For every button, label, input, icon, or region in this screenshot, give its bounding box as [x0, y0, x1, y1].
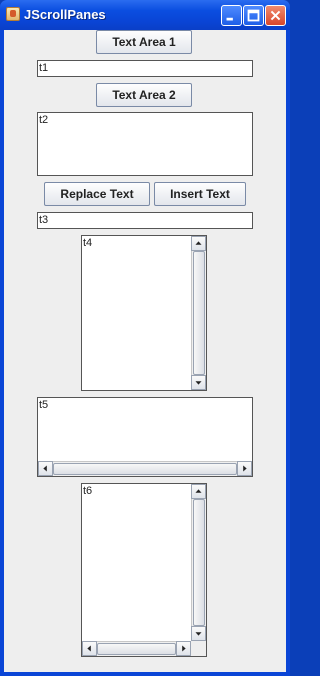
maximize-icon	[247, 9, 260, 22]
content-pane: Text Area 1 t1 Text Area 2 t2 Replace Te…	[4, 30, 286, 672]
window-frame-right	[286, 30, 290, 676]
maximize-button[interactable]	[243, 5, 264, 26]
t4-vertical-scrollbar[interactable]	[191, 236, 206, 390]
arrow-left-icon	[87, 645, 91, 652]
t6-horizontal-scroll-thumb[interactable]	[97, 643, 176, 655]
replace-text-button[interactable]: Replace Text	[44, 182, 150, 206]
minimize-icon	[226, 17, 233, 21]
t6-scroll-right-button[interactable]	[176, 641, 191, 656]
t6-vertical-scrollbar[interactable]	[191, 484, 206, 641]
minimize-button[interactable]	[221, 5, 242, 26]
title-bar[interactable]: JScrollPanes	[0, 0, 290, 30]
text-area-1-button[interactable]: Text Area 1	[96, 30, 192, 54]
close-button[interactable]	[265, 5, 286, 26]
t4-scroll-thumb[interactable]	[193, 251, 205, 375]
arrow-up-icon	[195, 489, 202, 493]
t6-scroll-up-button[interactable]	[191, 484, 206, 499]
t6-vertical-scroll-thumb[interactable]	[193, 499, 205, 626]
t3-text-field[interactable]: t3	[37, 212, 253, 229]
window-title: JScrollPanes	[24, 7, 106, 22]
t5-scroll-pane: t5	[37, 397, 253, 477]
t1-text-field[interactable]: t1	[37, 60, 253, 77]
t5-scroll-left-button[interactable]	[38, 461, 53, 476]
t2-text-area[interactable]: t2	[37, 112, 253, 176]
t4-scroll-down-button[interactable]	[191, 375, 206, 390]
t4-scroll-up-button[interactable]	[191, 236, 206, 251]
t4-text[interactable]: t4	[83, 237, 92, 249]
insert-text-button[interactable]: Insert Text	[154, 182, 246, 206]
arrow-right-icon	[243, 465, 247, 472]
t5-scroll-right-button[interactable]	[237, 461, 252, 476]
t5-horizontal-scrollbar[interactable]	[38, 461, 252, 476]
t4-scroll-pane: t4	[81, 235, 207, 391]
arrow-down-icon	[195, 632, 202, 636]
t6-scroll-down-button[interactable]	[191, 626, 206, 641]
arrow-left-icon	[43, 465, 47, 472]
arrow-right-icon	[182, 645, 186, 652]
arrow-up-icon	[195, 241, 202, 245]
t5-scroll-thumb[interactable]	[53, 463, 237, 475]
t5-text[interactable]: t5	[39, 399, 48, 411]
t6-scroll-pane: t6	[81, 483, 207, 657]
t6-scroll-left-button[interactable]	[82, 641, 97, 656]
t6-text[interactable]: t6	[83, 485, 92, 497]
arrow-down-icon	[195, 381, 202, 385]
window-frame-bottom	[0, 672, 290, 676]
scroll-corner	[191, 641, 206, 656]
close-icon	[270, 10, 281, 21]
java-app-icon	[6, 7, 20, 21]
text-area-2-button[interactable]: Text Area 2	[96, 83, 192, 107]
application-window: JScrollPanes Text Area 1 t1 Text Area 2 …	[0, 0, 290, 676]
t6-horizontal-scrollbar[interactable]	[82, 641, 191, 656]
